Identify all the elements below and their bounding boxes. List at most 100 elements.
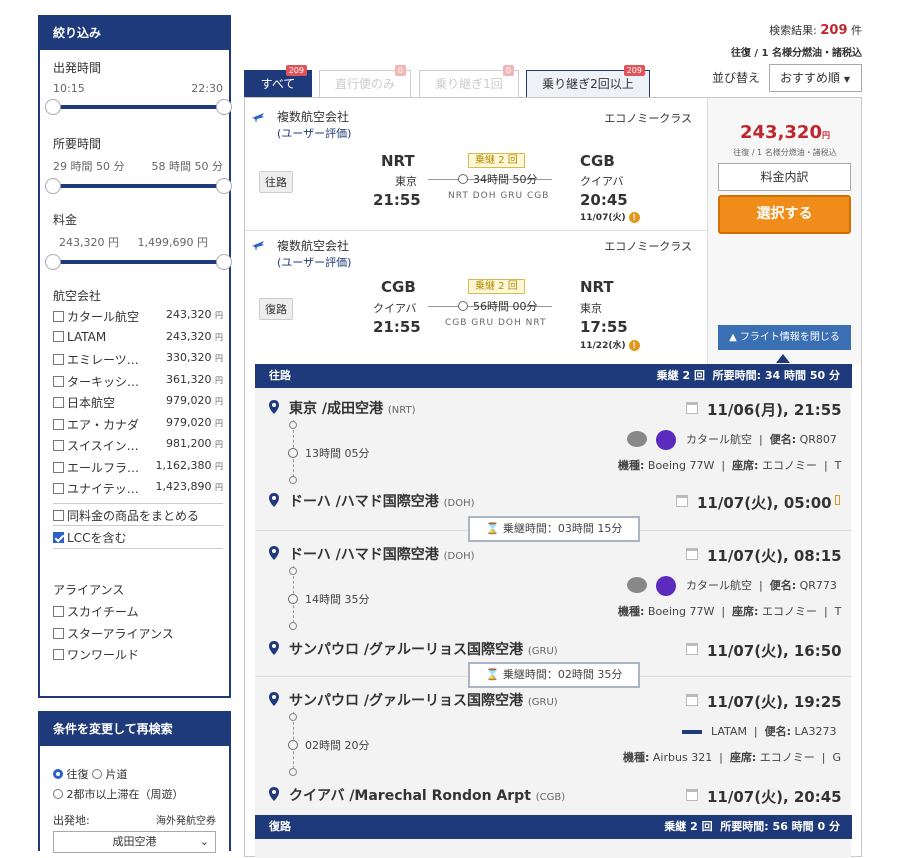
checkbox-checked[interactable] xyxy=(53,531,64,543)
airline-option-label: LATAM xyxy=(53,330,106,352)
checkbox[interactable] xyxy=(53,483,64,494)
radio-selected[interactable] xyxy=(53,769,63,779)
airline-option-label: ターキッシ… xyxy=(53,373,139,395)
slider-handle-min[interactable] xyxy=(45,99,61,115)
airline-option[interactable]: スイスイン… 981,200 円 xyxy=(53,437,223,459)
alliance-option[interactable]: スカイチーム xyxy=(53,603,223,625)
alliance-filter: アライアンス スカイチーム スターアライアンス ワンワールド xyxy=(53,581,223,668)
departure-select[interactable]: 成田空港 ⌄ xyxy=(53,831,216,853)
route-dot xyxy=(289,768,297,776)
airline-option[interactable]: 日本航空 979,020 円 xyxy=(53,394,223,416)
checkbox[interactable] xyxy=(53,649,64,660)
arr-date-text: 11/22(水) xyxy=(580,341,626,351)
trip-type: 往復 片道 xyxy=(53,766,128,782)
location-pin-icon xyxy=(269,493,279,507)
radio[interactable] xyxy=(92,769,102,779)
price-unit: 円 xyxy=(821,131,830,140)
slider-handle-min[interactable] xyxy=(45,254,61,270)
airline-option[interactable]: ユナイテッ… 1,423,890 円 xyxy=(53,480,223,502)
tab-one-stop[interactable]: 乗り継ぎ1回 0 xyxy=(419,65,519,98)
radio[interactable] xyxy=(53,789,63,799)
research-title: 条件を変更して再検索 xyxy=(40,713,229,746)
checkbox[interactable] xyxy=(53,627,64,639)
airline-price-value: 243,320 xyxy=(166,308,212,321)
airline-option-label: スイスイン… xyxy=(53,437,139,459)
outbound-arr-time: 20:45 xyxy=(580,191,628,209)
outbound-class: エコノミークラス xyxy=(604,112,692,125)
slider-handle-min[interactable] xyxy=(45,178,61,194)
tab-direct[interactable]: 直行便のみ 0 xyxy=(319,65,411,98)
select-button[interactable]: 選択する xyxy=(718,195,851,234)
close-flight-info-button[interactable]: ▲ フライト情報を閉じる xyxy=(718,325,851,350)
airline-name: エミレーツ… xyxy=(67,353,139,367)
seg2-arr: 11/07(火), 16:50 xyxy=(707,642,842,660)
airline-option[interactable]: エア・カナダ 979,020 円 xyxy=(53,416,223,438)
checkbox[interactable] xyxy=(53,509,64,521)
overseas-link[interactable]: 海外発航空券 xyxy=(156,812,216,827)
result-label: 検索結果: xyxy=(769,24,817,37)
duration-slider[interactable] xyxy=(45,178,232,194)
airline-option[interactable]: ターキッシ… 361,320 円 xyxy=(53,373,223,395)
hourglass-icon: ⌛ xyxy=(485,668,500,681)
aircraft-label: 機種: xyxy=(618,459,645,472)
airline-option[interactable]: エールフラ… 1,162,380 円 xyxy=(53,459,223,481)
plane-icon xyxy=(252,241,264,251)
flight-result-card: 複数航空会社 (ユーザー評価) エコノミークラス 往路 NRT 東京 21:55 … xyxy=(244,97,862,858)
flight-no: QR807 xyxy=(799,433,837,446)
seg1-flight-dur: 13時間 05分 xyxy=(305,447,370,460)
airline-name: 日本航空 xyxy=(67,396,116,410)
tab-all[interactable]: すべて 209 xyxy=(244,65,312,98)
slider-handle-max[interactable] xyxy=(216,254,232,270)
price-slider[interactable] xyxy=(45,254,232,270)
checkbox[interactable] xyxy=(53,330,64,342)
checkbox[interactable] xyxy=(53,375,64,387)
flight-no: LA3273 xyxy=(794,725,837,738)
inbound-carrier: 複数航空会社 (ユーザー評価) xyxy=(277,237,351,270)
departure-slider[interactable] xyxy=(45,99,232,115)
airport-name: ドーハ /ハマド国際空港 xyxy=(289,547,439,563)
carrier-rating-link[interactable]: (ユーザー評価) xyxy=(277,127,351,140)
flight-no: QR773 xyxy=(799,579,837,592)
hourglass-icon: ⌛ xyxy=(485,522,500,535)
checkbox[interactable] xyxy=(53,311,64,322)
seg1-from: 東京 /成田空港 (NRT) xyxy=(289,398,416,418)
airline-option[interactable]: エミレーツ… 330,320 円 xyxy=(53,351,223,373)
checkbox[interactable] xyxy=(53,397,64,408)
checkbox[interactable] xyxy=(53,440,64,451)
checkbox[interactable] xyxy=(53,606,64,617)
multi-city-option[interactable]: 2都市以上滞在（周遊） xyxy=(53,786,184,802)
sort-select[interactable]: おすすめ順 ▼ xyxy=(769,64,862,92)
carrier-rating-link[interactable]: (ユーザー評価) xyxy=(277,256,351,269)
flight-no-label: 便名: xyxy=(769,579,797,592)
alliance-option[interactable]: スターアライアンス xyxy=(53,625,223,647)
price-breakdown-button[interactable]: 料金内訳 xyxy=(718,163,851,191)
seg2-to: サンパウロ /グァルーリョス国際空港 (GRU) xyxy=(289,639,558,659)
airline-price-value: 330,320 xyxy=(166,351,212,364)
checkbox[interactable] xyxy=(53,354,64,365)
outbound-duration: 34時間 50分 xyxy=(473,173,538,186)
seg1-to: ドーハ /ハマド国際空港 (DOH) xyxy=(289,491,475,511)
tab-badge: 209 xyxy=(285,65,307,76)
tab-label: 乗り継ぎ2回以上 xyxy=(542,77,634,91)
lcc-option[interactable]: LCCを含む xyxy=(53,524,223,549)
alliance-option[interactable]: ワンワールド xyxy=(53,646,223,668)
airline-option[interactable]: カタール航空 243,320 円 xyxy=(53,308,223,330)
inbound-to-code: NRT xyxy=(580,278,614,296)
research-panel: 条件を変更して再検索 往復 片道 2都市以上滞在（周遊） 出発地: 海外発航空券… xyxy=(38,711,231,853)
inbound-leg: 複数航空会社 (ユーザー評価) エコノミークラス 復路 CGB クイアバ 21:5… xyxy=(245,231,707,364)
outbound-to-code: CGB xyxy=(580,152,615,170)
caret-down-icon: ▼ xyxy=(843,75,850,84)
airline-price-value: 981,200 xyxy=(166,437,212,450)
checkbox[interactable] xyxy=(53,461,64,473)
tab-two-plus-stops[interactable]: 乗り継ぎ2回以上 209 xyxy=(526,65,650,98)
checkbox[interactable] xyxy=(53,418,64,430)
seat: エコノミー xyxy=(761,459,817,472)
slider-handle-max[interactable] xyxy=(216,178,232,194)
seat: エコノミー xyxy=(759,751,815,764)
result-number: 209 xyxy=(820,23,848,38)
same-price-option[interactable]: 同料金の商品をまとめる xyxy=(53,502,223,525)
layover-text: 乗継時間：03時間 15分 xyxy=(502,522,623,535)
detail-stops: 乗継 2 回 xyxy=(656,369,705,382)
airline-option[interactable]: LATAM 243,320 円 xyxy=(53,330,223,352)
slider-handle-max[interactable] xyxy=(216,99,232,115)
